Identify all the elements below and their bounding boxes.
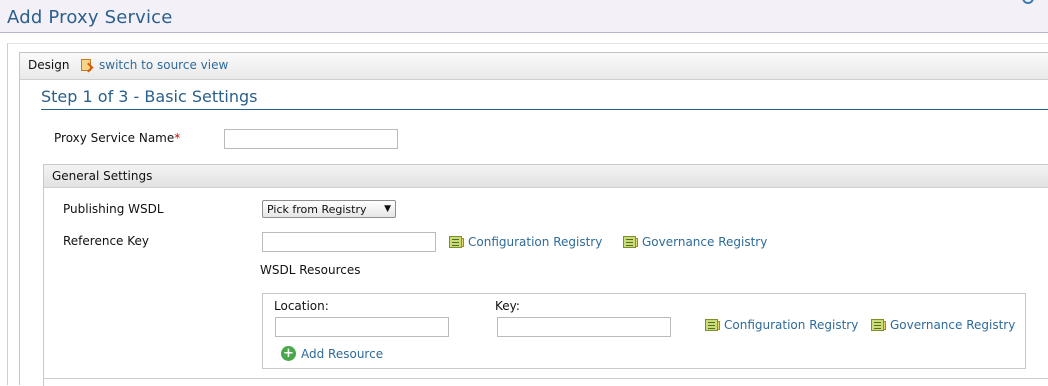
help-icon[interactable] xyxy=(1022,0,1034,4)
page-header: Add Proxy Service xyxy=(0,0,1048,33)
key-label: Key: xyxy=(495,299,520,313)
registry-browser-icon xyxy=(871,319,886,331)
dropdown-arrow-icon: ▼ xyxy=(384,204,391,214)
switch-to-source-label[interactable]: switch to source view xyxy=(99,58,228,72)
proxy-name-label: Proxy Service Name* xyxy=(54,131,180,145)
wsdl-resources-title: WSDL Resources xyxy=(260,263,361,277)
design-bar: Design switch to source view xyxy=(20,53,1048,80)
reference-config-registry-link[interactable]: Configuration Registry xyxy=(449,235,602,249)
reference-key-label: Reference Key xyxy=(63,234,149,248)
publishing-wsdl-value: Pick from Registry xyxy=(267,202,367,216)
wsdl-config-registry-link[interactable]: Configuration Registry xyxy=(705,318,858,332)
design-tab-label: Design xyxy=(28,58,70,72)
general-settings-title: General Settings xyxy=(52,169,153,183)
general-settings-section: General Settings Publishing WSDL Pick fr… xyxy=(43,164,1048,386)
registry-browser-icon xyxy=(449,236,464,248)
switch-to-source-link[interactable]: switch to source view xyxy=(80,58,228,72)
reference-gov-registry-link[interactable]: Governance Registry xyxy=(623,235,767,249)
location-label: Location: xyxy=(274,299,329,313)
config-registry-label[interactable]: Configuration Registry xyxy=(724,318,858,332)
wsdl-resources-box: Location: Key: Configuration Registry Go… xyxy=(262,293,1026,369)
editor-panel: Design switch to source view Step 1 of 3… xyxy=(19,52,1048,386)
wsdl-gov-registry-link[interactable]: Governance Registry xyxy=(871,318,1015,332)
reference-key-input[interactable] xyxy=(262,232,436,252)
config-registry-label[interactable]: Configuration Registry xyxy=(468,235,602,249)
gov-registry-label[interactable]: Governance Registry xyxy=(642,235,767,249)
general-settings-header: General Settings xyxy=(44,165,1048,188)
required-mark: * xyxy=(174,131,181,145)
gov-registry-label[interactable]: Governance Registry xyxy=(890,318,1015,332)
publishing-wsdl-label: Publishing WSDL xyxy=(63,202,164,216)
proxy-name-label-text: Proxy Service Name xyxy=(54,131,175,145)
registry-browser-icon xyxy=(705,319,720,331)
add-circle-icon: + xyxy=(281,346,296,361)
registry-browser-icon xyxy=(623,236,638,248)
section-divider xyxy=(44,378,1048,379)
step-title: Step 1 of 3 - Basic Settings xyxy=(41,87,1048,110)
wsdl-location-input[interactable] xyxy=(275,317,449,337)
switch-view-icon xyxy=(80,58,94,72)
add-resource-link[interactable]: + Add Resource xyxy=(281,346,383,361)
proxy-name-input[interactable] xyxy=(224,129,398,149)
publishing-wsdl-select[interactable]: Pick from Registry ▼ xyxy=(262,200,396,218)
add-resource-label[interactable]: Add Resource xyxy=(301,347,383,361)
page-title: Add Proxy Service xyxy=(7,7,173,28)
wsdl-key-input[interactable] xyxy=(497,317,671,337)
